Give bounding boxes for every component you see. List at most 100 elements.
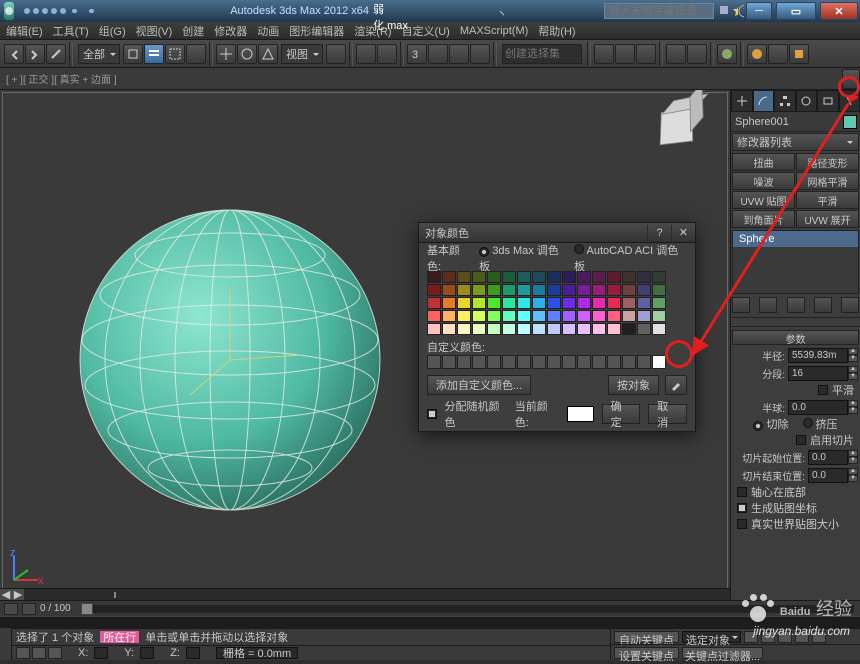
eyedropper-icon[interactable] [665,375,687,395]
object-name-field[interactable]: Sphere001 [731,116,843,128]
align-icon[interactable] [615,44,635,64]
squash-radio[interactable] [803,418,813,428]
pin-stack-icon[interactable] [732,297,750,313]
color-swatch[interactable] [592,284,606,296]
lock-icon[interactable] [16,647,30,659]
color-swatch[interactable] [517,271,531,283]
select-region-icon[interactable] [165,44,185,64]
color-swatch[interactable] [592,271,606,283]
custom-color-row[interactable] [427,355,687,369]
help-search-input[interactable] [604,3,714,19]
color-swatch[interactable] [472,284,486,296]
menu-item[interactable]: 渲染(R) [354,23,391,39]
menu-item[interactable]: MAXScript(M) [460,25,528,37]
color-swatch[interactable] [652,310,666,322]
color-swatch[interactable] [637,310,651,322]
keyfilter-button[interactable]: 关键点过滤器... [682,647,763,659]
color-swatch[interactable] [607,284,621,296]
color-swatch[interactable] [487,310,501,322]
viewport-config-icon[interactable] [842,69,860,89]
tab-display-icon[interactable] [817,90,839,112]
command-panel-tabs[interactable] [731,90,860,112]
color-swatch[interactable] [637,271,651,283]
color-swatch[interactable] [502,310,516,322]
render-setup-icon[interactable] [747,44,767,64]
coord-x-field[interactable] [94,647,108,659]
color-swatch[interactable] [547,284,561,296]
slice-on-checkbox[interactable] [796,435,806,445]
color-swatch[interactable] [457,323,471,335]
color-swatch[interactable] [622,271,636,283]
menu-item[interactable]: 动画 [257,23,279,39]
custom-swatch-white[interactable] [652,355,666,369]
sphere-object[interactable] [70,200,390,520]
rotate-icon[interactable] [237,44,257,64]
color-swatch[interactable] [502,297,516,309]
viewport-time-scrub[interactable]: ◀ ▶ [0,588,730,600]
color-swatch[interactable] [502,323,516,335]
spinner-snap-icon[interactable] [470,44,490,64]
redo-icon[interactable] [25,44,45,64]
color-swatch[interactable] [547,271,561,283]
color-swatch[interactable] [457,310,471,322]
menu-item[interactable]: 图形编辑器 [289,23,344,39]
material-editor-icon[interactable] [717,44,737,64]
keyboard-shortcut-icon[interactable] [377,44,397,64]
tab-hierarchy-icon[interactable] [774,90,796,112]
select-by-name-icon[interactable] [144,44,164,64]
show-end-result-icon[interactable] [759,297,777,313]
radius-spinner[interactable]: 5539.83m [788,348,848,363]
color-swatch[interactable] [457,271,471,283]
color-swatch[interactable] [427,323,441,335]
modifier-button[interactable]: UVW 贴图 [732,191,795,209]
ref-coord-dropdown[interactable]: 视图 [281,44,323,64]
window-cross-icon[interactable] [186,44,206,64]
color-swatch[interactable] [472,297,486,309]
named-selection-set-input[interactable] [502,44,582,64]
color-swatch[interactable] [622,297,636,309]
color-swatch[interactable] [577,284,591,296]
assign-random-checkbox[interactable] [427,409,437,419]
color-swatch[interactable] [487,323,501,335]
color-swatch[interactable] [562,271,576,283]
select-object-icon[interactable] [123,44,143,64]
rendered-frame-icon[interactable] [768,44,788,64]
minimize-button[interactable]: ─ [746,2,772,20]
color-swatch[interactable] [427,284,441,296]
color-swatch[interactable] [607,323,621,335]
quick-access-toolbar[interactable] [24,8,66,14]
undo-icon[interactable] [4,44,24,64]
color-swatch[interactable] [622,284,636,296]
stack-item-sphere[interactable]: Sphere [733,231,858,247]
menu-item[interactable]: 帮助(H) [538,23,575,39]
color-swatch[interactable] [487,297,501,309]
color-swatch[interactable] [442,310,456,322]
remove-modifier-icon[interactable] [814,297,832,313]
gen-uv-checkbox[interactable] [737,503,747,513]
color-swatch[interactable] [547,297,561,309]
real-world-checkbox[interactable] [737,519,747,529]
current-color-swatch[interactable] [567,406,594,422]
color-swatch[interactable] [427,271,441,283]
color-swatch[interactable] [532,297,546,309]
color-swatch[interactable] [622,310,636,322]
menu-item[interactable]: 编辑(E) [6,23,43,39]
chop-radio[interactable] [753,421,763,431]
color-swatch[interactable] [487,284,501,296]
scroll-left-icon[interactable]: ◀ [0,589,12,601]
menu-item[interactable]: 工具(T) [53,23,89,39]
color-swatch[interactable] [577,271,591,283]
color-swatch[interactable] [457,297,471,309]
slice-to-spinner[interactable]: 0.0 [808,468,848,483]
track-bar[interactable] [0,616,860,628]
maximize-button[interactable]: ▭ [776,2,816,20]
percent-snap-icon[interactable] [449,44,469,64]
color-swatch[interactable] [637,297,651,309]
color-palette-grid[interactable] [427,271,687,335]
link-icon[interactable] [46,44,66,64]
iso-icon[interactable] [48,647,62,659]
rollout-parameters[interactable]: 参数 [732,330,859,345]
color-swatch[interactable] [517,297,531,309]
color-swatch[interactable] [487,271,501,283]
color-swatch[interactable] [442,297,456,309]
